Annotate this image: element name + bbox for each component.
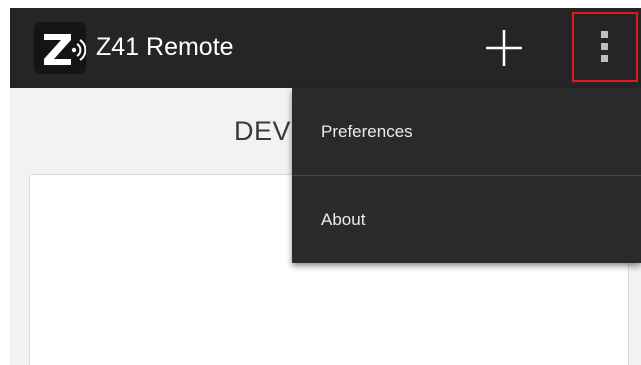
app-title: Z41 Remote bbox=[96, 33, 234, 61]
add-button[interactable] bbox=[478, 22, 530, 74]
menu-item-label: Preferences bbox=[321, 122, 413, 141]
menu-item-label: About bbox=[321, 210, 366, 229]
page-heading: DEV bbox=[234, 116, 292, 146]
overflow-menu: Preferences About bbox=[292, 88, 641, 263]
z41-logo-icon bbox=[34, 22, 86, 74]
menu-item-preferences[interactable]: Preferences bbox=[292, 88, 641, 175]
app-screen: Z41 Remote DEV Preferences About bbox=[10, 8, 641, 365]
menu-item-about[interactable]: About bbox=[292, 176, 641, 263]
plus-icon bbox=[486, 30, 522, 66]
action-bar: Z41 Remote bbox=[10, 8, 641, 88]
overflow-menu-button[interactable] bbox=[572, 12, 638, 82]
vertical-ellipsis-icon bbox=[601, 31, 608, 62]
